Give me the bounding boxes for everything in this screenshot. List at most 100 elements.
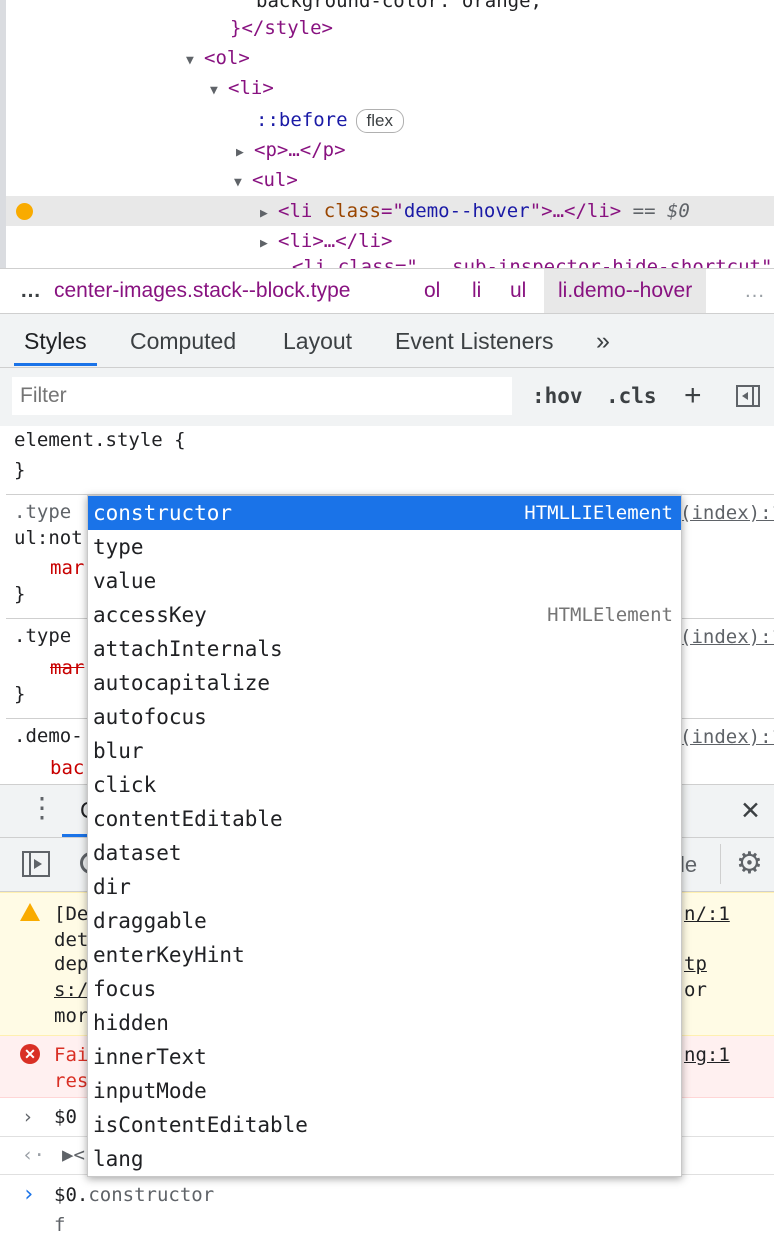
breadcrumb-item-li[interactable]: li: [472, 269, 481, 313]
rule1-selector-2[interactable]: ul:not: [14, 524, 83, 552]
console-input-line: $0: [54, 1106, 77, 1128]
rule1-source-link[interactable]: (index):1: [680, 502, 774, 524]
add-rule-button[interactable]: +: [684, 377, 702, 415]
autocomplete-item[interactable]: accessKey HTMLElement: [88, 598, 681, 632]
autocomplete-item[interactable]: click: [88, 768, 681, 802]
prompt-chevron-icon: ›: [22, 1182, 36, 1207]
warning-link[interactable]: tp: [684, 951, 707, 977]
autocomplete-item[interactable]: isContentEditable: [88, 1108, 681, 1142]
styles-filter-input[interactable]: [12, 377, 512, 415]
dom-node-before[interactable]: ::before flex: [256, 105, 404, 135]
dom-node-ol[interactable]: ▼ <ol>: [186, 43, 250, 73]
rule2-property[interactable]: mar: [50, 654, 84, 682]
console-next-line: f: [54, 1214, 66, 1236]
close-drawer-icon[interactable]: ✕: [740, 796, 761, 826]
warning-text-line: [De: [54, 903, 89, 925]
styles-toolbar: :hov .cls +: [0, 368, 774, 426]
breadcrumb-item-ol[interactable]: ol: [424, 269, 440, 313]
rule3-source-link[interactable]: (index):1: [680, 726, 774, 748]
tab-event-listeners[interactable]: Event Listeners: [395, 314, 554, 366]
element-style-selector[interactable]: element.style {: [14, 426, 186, 454]
rule3-property[interactable]: bac: [50, 754, 84, 782]
hov-button[interactable]: :hov: [532, 377, 583, 415]
rule3-selector[interactable]: .demo-: [14, 722, 83, 750]
plus-icon: +: [684, 379, 702, 412]
warning-link[interactable]: s:/: [54, 977, 88, 1003]
dom-node-selected-li[interactable]: ▶ <li class="demo--hover">…</li> == $0: [260, 196, 690, 226]
flex-badge[interactable]: flex: [355, 108, 404, 133]
input-chevron-icon: ›: [22, 1106, 34, 1128]
autocomplete-item[interactable]: contentEditable: [88, 802, 681, 836]
autocomplete-item-label: autofocus: [93, 705, 207, 729]
autocomplete-item[interactable]: dataset: [88, 836, 681, 870]
dom-node-li[interactable]: ▼ <li>: [210, 73, 274, 103]
cls-button[interactable]: .cls: [606, 377, 657, 415]
collapse-triangle-icon[interactable]: ▶: [236, 138, 254, 168]
rule1-close-brace: }: [14, 583, 26, 605]
error-text-line: res: [54, 1070, 89, 1092]
autocomplete-item[interactable]: innerText: [88, 1040, 681, 1074]
tab-styles[interactable]: Styles: [14, 314, 97, 366]
show-sidebar-icon[interactable]: [22, 851, 50, 877]
autocomplete-item[interactable]: focus: [88, 972, 681, 1006]
autocomplete-item-type: HTMLLIElement: [524, 502, 673, 524]
warning-text-line: dep: [54, 953, 89, 975]
dom-node-p[interactable]: ▶ <p>…</p>: [236, 135, 346, 165]
rule1-property[interactable]: mar: [50, 554, 84, 582]
drawer-menu-icon[interactable]: ⋮: [28, 791, 56, 824]
autocomplete-item-label: inputMode: [93, 1079, 207, 1103]
issue-dot-icon[interactable]: [16, 203, 33, 220]
toggle-sidebar-icon[interactable]: [736, 385, 760, 407]
autocomplete-item[interactable]: autocapitalize: [88, 666, 681, 700]
dom-node-partial[interactable]: <li class="...sub-inspector-hide-shortcu…: [292, 252, 772, 268]
console-prompt-input[interactable]: $0.constructor: [54, 1182, 214, 1208]
toolbar-divider: [720, 844, 721, 884]
error-source-link[interactable]: ng:1: [684, 1042, 730, 1068]
sidebar-tabs: Styles Computed Layout Event Listeners »: [0, 314, 774, 368]
error-icon: ✕: [20, 1044, 40, 1064]
dom-node-ul[interactable]: ▼ <ul>: [234, 165, 298, 195]
expand-triangle-icon[interactable]: ▼: [186, 46, 204, 76]
autocomplete-item-label: contentEditable: [93, 807, 283, 831]
dom-line-style-close[interactable]: }</style>: [230, 13, 333, 43]
autocomplete-item[interactable]: draggable: [88, 904, 681, 938]
autocomplete-item[interactable]: hidden: [88, 1006, 681, 1040]
warning-text-line: or: [684, 979, 707, 1001]
autocomplete-item[interactable]: enterKeyHint: [88, 938, 681, 972]
expand-triangle-icon[interactable]: ▼: [234, 168, 252, 198]
collapse-triangle-icon[interactable]: ▶: [260, 199, 278, 229]
autocomplete-item[interactable]: type: [88, 530, 681, 564]
rule2-selector[interactable]: .type: [14, 622, 71, 650]
autocomplete-item[interactable]: autofocus: [88, 700, 681, 734]
rule1-selector[interactable]: .type: [14, 498, 71, 526]
collapse-triangle-icon[interactable]: ▶: [260, 229, 278, 259]
autocomplete-item[interactable]: lang: [88, 1142, 681, 1176]
breadcrumb-item-selected[interactable]: li.demo--hover: [544, 269, 707, 313]
autocomplete-item[interactable]: inputMode: [88, 1074, 681, 1108]
autocomplete-item-label: innerText: [93, 1045, 207, 1069]
console-output-line[interactable]: ▶<: [62, 1142, 85, 1168]
output-arrow-icon: ‹·: [22, 1144, 45, 1166]
tab-layout[interactable]: Layout: [283, 314, 352, 366]
tab-computed[interactable]: Computed: [130, 314, 236, 366]
autocomplete-item-label: value: [93, 569, 157, 593]
autocomplete-item-label: constructor: [93, 501, 233, 525]
autocomplete-item[interactable]: attachInternals: [88, 632, 681, 666]
more-tabs-icon[interactable]: »: [596, 314, 610, 366]
breadcrumb-more-left[interactable]: …: [20, 269, 41, 313]
autocomplete-item-label: click: [93, 773, 157, 797]
breadcrumb-item-stack[interactable]: center-images.stack--block.type: [54, 269, 350, 313]
expand-triangle-icon[interactable]: ▼: [210, 76, 228, 106]
rule2-close-brace: }: [14, 683, 26, 705]
warning-source-link[interactable]: n/:1: [684, 901, 730, 927]
warning-text-line: mor: [54, 1005, 89, 1027]
autocomplete-item[interactable]: value: [88, 564, 681, 598]
autocomplete-item[interactable]: blur: [88, 734, 681, 768]
breadcrumb-item-ul[interactable]: ul: [510, 269, 526, 313]
gear-icon[interactable]: ⚙: [736, 846, 763, 881]
autocomplete-item[interactable]: dir: [88, 870, 681, 904]
autocomplete-item[interactable]: constructor HTMLLIElement: [88, 496, 681, 530]
autocomplete-dropdown: constructor HTMLLIElement type value accessK…: [87, 495, 682, 1177]
rule2-source-link[interactable]: (index):1: [680, 626, 774, 648]
breadcrumb-more-right[interactable]: …: [744, 269, 765, 313]
